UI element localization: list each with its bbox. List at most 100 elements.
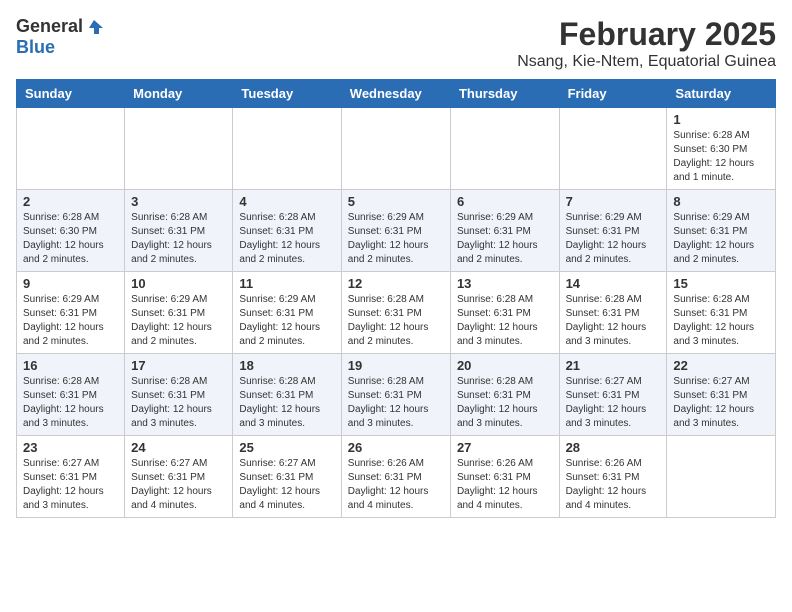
day-info: Sunrise: 6:29 AM Sunset: 6:31 PM Dayligh… xyxy=(348,211,444,267)
calendar-cell: 12 Sunrise: 6:28 AM Sunset: 6:31 PM Dayli… xyxy=(341,272,450,354)
day-info: Sunrise: 6:27 AM Sunset: 6:31 PM Dayligh… xyxy=(566,375,661,431)
day-info: Sunrise: 6:27 AM Sunset: 6:31 PM Dayligh… xyxy=(239,457,334,513)
calendar-cell: 15 Sunrise: 6:28 AM Sunset: 6:31 PM Dayli… xyxy=(667,272,776,354)
day-number: 2 xyxy=(23,194,118,209)
day-info: Sunrise: 6:26 AM Sunset: 6:31 PM Dayligh… xyxy=(566,457,661,513)
calendar-cell xyxy=(559,108,667,190)
day-number: 19 xyxy=(348,358,444,373)
calendar-cell: 11 Sunrise: 6:29 AM Sunset: 6:31 PM Dayli… xyxy=(233,272,341,354)
calendar-cell: 3Sunrise: 6:28 AM Sunset: 6:31 PM Daylig… xyxy=(125,190,233,272)
calendar-cell: 8 Sunrise: 6:29 AM Sunset: 6:31 PM Daylig… xyxy=(667,190,776,272)
day-info: Sunrise: 6:29 AM Sunset: 6:31 PM Dayligh… xyxy=(131,293,226,349)
day-number: 18 xyxy=(239,358,334,373)
day-number: 11 xyxy=(239,276,334,291)
logo-bird-icon xyxy=(85,18,103,36)
calendar-header-row: SundayMondayTuesdayWednesdayThursdayFrid… xyxy=(17,80,776,108)
calendar-cell: 13 Sunrise: 6:28 AM Sunset: 6:31 PM Dayli… xyxy=(450,272,559,354)
day-info: Sunrise: 6:28 AM Sunset: 6:31 PM Dayligh… xyxy=(348,375,444,431)
day-number: 15 xyxy=(673,276,769,291)
day-info: Sunrise: 6:28 AM Sunset: 6:31 PM Dayligh… xyxy=(131,375,226,431)
calendar-table: SundayMondayTuesdayWednesdayThursdayFrid… xyxy=(16,79,776,518)
calendar-day-header: Tuesday xyxy=(233,80,341,108)
calendar-day-header: Monday xyxy=(125,80,233,108)
day-number: 20 xyxy=(457,358,553,373)
calendar-day-header: Friday xyxy=(559,80,667,108)
day-number: 6 xyxy=(457,194,553,209)
calendar-cell: 6Sunrise: 6:29 AM Sunset: 6:31 PM Daylig… xyxy=(450,190,559,272)
calendar-cell: 20 Sunrise: 6:28 AM Sunset: 6:31 PM Dayli… xyxy=(450,354,559,436)
day-info: Sunrise: 6:28 AM Sunset: 6:31 PM Dayligh… xyxy=(23,375,118,431)
calendar-cell: 17 Sunrise: 6:28 AM Sunset: 6:31 PM Dayli… xyxy=(125,354,233,436)
calendar-week-row: 23 Sunrise: 6:27 AM Sunset: 6:31 PM Dayli… xyxy=(17,436,776,518)
day-number: 25 xyxy=(239,440,334,455)
day-number: 5 xyxy=(348,194,444,209)
calendar-title: February 2025 xyxy=(517,16,776,53)
calendar-cell xyxy=(125,108,233,190)
day-number: 7 xyxy=(566,194,661,209)
day-info: Sunrise: 6:27 AM Sunset: 6:31 PM Dayligh… xyxy=(673,375,769,431)
day-number: 13 xyxy=(457,276,553,291)
calendar-week-row: 9 Sunrise: 6:29 AM Sunset: 6:31 PM Daylig… xyxy=(17,272,776,354)
calendar-day-header: Thursday xyxy=(450,80,559,108)
day-info: Sunrise: 6:28 AM Sunset: 6:31 PM Dayligh… xyxy=(239,375,334,431)
day-info: Sunrise: 6:27 AM Sunset: 6:31 PM Dayligh… xyxy=(131,457,226,513)
calendar-cell xyxy=(233,108,341,190)
day-number: 8 xyxy=(673,194,769,209)
day-number: 26 xyxy=(348,440,444,455)
calendar-cell: 10 Sunrise: 6:29 AM Sunset: 6:31 PM Dayli… xyxy=(125,272,233,354)
day-info: Sunrise: 6:29 AM Sunset: 6:31 PM Dayligh… xyxy=(566,211,661,267)
day-number: 14 xyxy=(566,276,661,291)
calendar-cell: 25 Sunrise: 6:27 AM Sunset: 6:31 PM Dayli… xyxy=(233,436,341,518)
calendar-cell: 26Sunrise: 6:26 AM Sunset: 6:31 PM Dayli… xyxy=(341,436,450,518)
day-info: Sunrise: 6:29 AM Sunset: 6:31 PM Dayligh… xyxy=(673,211,769,267)
day-info: Sunrise: 6:28 AM Sunset: 6:31 PM Dayligh… xyxy=(131,211,226,267)
day-info: Sunrise: 6:29 AM Sunset: 6:31 PM Dayligh… xyxy=(23,293,118,349)
calendar-cell: 19 Sunrise: 6:28 AM Sunset: 6:31 PM Dayli… xyxy=(341,354,450,436)
calendar-cell: 22Sunrise: 6:27 AM Sunset: 6:31 PM Dayli… xyxy=(667,354,776,436)
day-number: 23 xyxy=(23,440,118,455)
day-info: Sunrise: 6:28 AM Sunset: 6:31 PM Dayligh… xyxy=(457,293,553,349)
calendar-cell xyxy=(17,108,125,190)
day-number: 10 xyxy=(131,276,226,291)
calendar-cell: 14 Sunrise: 6:28 AM Sunset: 6:31 PM Dayli… xyxy=(559,272,667,354)
calendar-week-row: 16 Sunrise: 6:28 AM Sunset: 6:31 PM Dayli… xyxy=(17,354,776,436)
day-number: 12 xyxy=(348,276,444,291)
day-info: Sunrise: 6:28 AM Sunset: 6:31 PM Dayligh… xyxy=(566,293,661,349)
day-number: 27 xyxy=(457,440,553,455)
calendar-cell: 7 Sunrise: 6:29 AM Sunset: 6:31 PM Daylig… xyxy=(559,190,667,272)
day-info: Sunrise: 6:29 AM Sunset: 6:31 PM Dayligh… xyxy=(239,293,334,349)
day-info: Sunrise: 6:28 AM Sunset: 6:31 PM Dayligh… xyxy=(457,375,553,431)
day-info: Sunrise: 6:28 AM Sunset: 6:31 PM Dayligh… xyxy=(348,293,444,349)
calendar-cell: 2 Sunrise: 6:28 AM Sunset: 6:30 PM Daylig… xyxy=(17,190,125,272)
calendar-cell: 28 Sunrise: 6:26 AM Sunset: 6:31 PM Dayli… xyxy=(559,436,667,518)
day-info: Sunrise: 6:28 AM Sunset: 6:30 PM Dayligh… xyxy=(673,129,769,185)
calendar-day-header: Wednesday xyxy=(341,80,450,108)
calendar-cell: 21 Sunrise: 6:27 AM Sunset: 6:31 PM Dayli… xyxy=(559,354,667,436)
day-info: Sunrise: 6:26 AM Sunset: 6:31 PM Dayligh… xyxy=(457,457,553,513)
day-number: 28 xyxy=(566,440,661,455)
day-number: 4 xyxy=(239,194,334,209)
day-number: 21 xyxy=(566,358,661,373)
calendar-cell: 4 Sunrise: 6:28 AM Sunset: 6:31 PM Daylig… xyxy=(233,190,341,272)
calendar-cell: 9 Sunrise: 6:29 AM Sunset: 6:31 PM Daylig… xyxy=(17,272,125,354)
logo-general: General xyxy=(16,16,83,37)
day-info: Sunrise: 6:27 AM Sunset: 6:31 PM Dayligh… xyxy=(23,457,118,513)
day-info: Sunrise: 6:28 AM Sunset: 6:30 PM Dayligh… xyxy=(23,211,118,267)
calendar-week-row: 1Sunrise: 6:28 AM Sunset: 6:30 PM Daylig… xyxy=(17,108,776,190)
calendar-cell: 18 Sunrise: 6:28 AM Sunset: 6:31 PM Dayli… xyxy=(233,354,341,436)
day-info: Sunrise: 6:28 AM Sunset: 6:31 PM Dayligh… xyxy=(239,211,334,267)
calendar-subtitle: Nsang, Kie-Ntem, Equatorial Guinea xyxy=(517,53,776,71)
day-number: 16 xyxy=(23,358,118,373)
calendar-cell: 5 Sunrise: 6:29 AM Sunset: 6:31 PM Daylig… xyxy=(341,190,450,272)
day-info: Sunrise: 6:28 AM Sunset: 6:31 PM Dayligh… xyxy=(673,293,769,349)
day-number: 24 xyxy=(131,440,226,455)
day-number: 17 xyxy=(131,358,226,373)
calendar-cell xyxy=(450,108,559,190)
calendar-day-header: Saturday xyxy=(667,80,776,108)
calendar-cell: 16 Sunrise: 6:28 AM Sunset: 6:31 PM Dayli… xyxy=(17,354,125,436)
calendar-cell xyxy=(667,436,776,518)
calendar-day-header: Sunday xyxy=(17,80,125,108)
day-number: 9 xyxy=(23,276,118,291)
calendar-cell: 1Sunrise: 6:28 AM Sunset: 6:30 PM Daylig… xyxy=(667,108,776,190)
title-area: February 2025 Nsang, Kie-Ntem, Equatoria… xyxy=(517,16,776,71)
